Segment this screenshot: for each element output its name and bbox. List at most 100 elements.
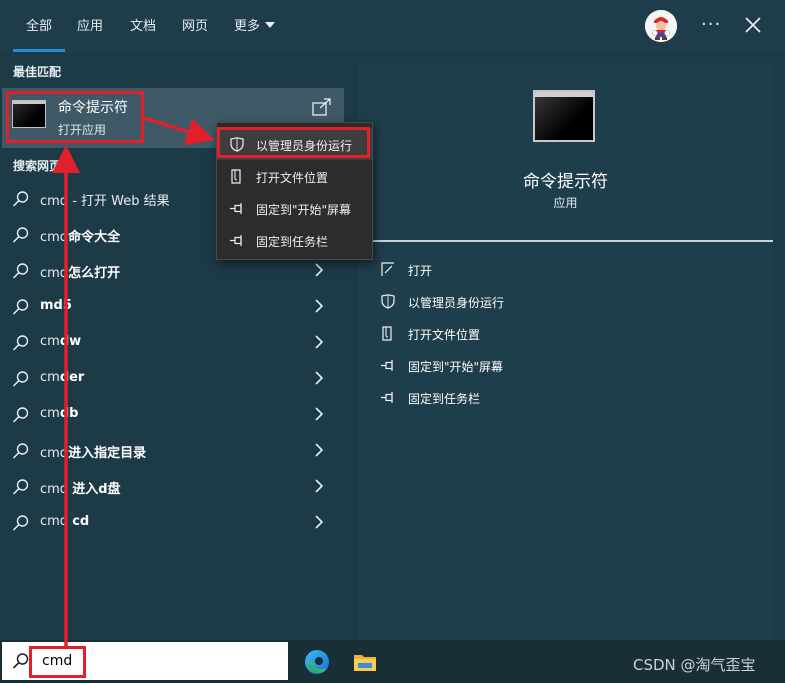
pin-icon (229, 201, 245, 216)
suggestion-text-prefix: cmd (40, 266, 69, 281)
preview-subtitle: 应用 (553, 196, 578, 210)
suggestion-text-bold: 命令大全 (68, 230, 121, 245)
suggestion-text: cmd进入指定目录 (40, 442, 146, 461)
chevron-right-icon[interactable] (313, 299, 325, 313)
preview-action-label: 以管理员身份运行 (408, 296, 505, 310)
suggestion-text: cmd 进入d盘 (40, 478, 121, 497)
context-menu-item-label: 固定到任务栏 (256, 235, 329, 249)
tab-more[interactable]: 更多 (234, 15, 276, 34)
tab-all[interactable]: 全部 (26, 15, 52, 34)
suggestion-item[interactable]: cmd进入指定目录 (0, 433, 344, 469)
suggestion-text-suffix: - 打开 Web 结果 (68, 194, 170, 209)
preview-title: 命令提示符 (523, 172, 608, 192)
preview-action-label: 打开 (408, 264, 433, 278)
edge-browser-icon[interactable] (304, 649, 330, 675)
suggestion-text-prefix: cmd (40, 482, 73, 497)
preview-action-item[interactable]: 以管理员身份运行 (380, 294, 504, 311)
open-icon (380, 262, 396, 276)
avatar[interactable] (645, 10, 677, 42)
suggestion-text-bold: dw (59, 334, 82, 349)
suggestion-text: cmd - 打开 Web 结果 (40, 190, 170, 209)
context-menu-item-label: 打开文件位置 (256, 171, 329, 185)
search-icon (12, 191, 29, 207)
chevron-right-icon[interactable] (313, 263, 325, 277)
suggestion-text-bold: 进入指定目录 (68, 446, 147, 461)
suggestion-text: cmd命令大全 (40, 226, 120, 245)
chevron-down-icon (265, 22, 276, 28)
suggestion-text: cmdw (40, 334, 81, 349)
preview-action-item[interactable]: 固定到任务栏 (380, 390, 480, 407)
suggestion-text-prefix: cmd (40, 514, 73, 529)
context-menu-item[interactable]: 固定到"开始"屏幕 (217, 192, 372, 224)
suggestion-item[interactable]: cmder (0, 361, 344, 397)
preview-action-item[interactable]: 固定到"开始"屏幕 (380, 358, 503, 375)
search-icon (12, 443, 29, 459)
chevron-right-icon[interactable] (313, 479, 325, 493)
annotation-box-search-input (29, 646, 86, 678)
suggestion-text-prefix: cm (40, 406, 60, 421)
pin-icon (380, 390, 396, 404)
suggestion-text: cmd怎么打开 (40, 262, 120, 281)
preview-action-item[interactable]: 打开文件位置 (380, 326, 480, 343)
open-external-icon[interactable] (312, 98, 332, 116)
context-menu-item[interactable]: 打开文件位置 (217, 160, 372, 192)
file-explorer-icon[interactable] (353, 651, 377, 673)
suggestion-text-prefix: cmd (40, 446, 69, 461)
search-icon (12, 299, 29, 315)
preview-action-label: 固定到"开始"屏幕 (408, 360, 504, 374)
suggestion-text-prefix: cmd (40, 194, 69, 209)
suggestion-item[interactable]: cmdw (0, 325, 344, 361)
tab-apps[interactable]: 应用 (77, 15, 103, 34)
suggestion-text-bold: 进入d盘 (72, 482, 121, 497)
chevron-right-icon[interactable] (313, 371, 325, 385)
search-icon (12, 335, 29, 351)
watermark-text: CSDN @淘气歪宝 (633, 656, 756, 674)
chevron-right-icon[interactable] (313, 515, 325, 529)
more-options-icon[interactable]: ··· (701, 14, 721, 35)
preview-action-label: 固定到任务栏 (408, 392, 481, 406)
taskbar: cmd CSDN @淘气歪宝 (0, 640, 785, 683)
suggestion-item[interactable]: cmdb (0, 397, 344, 433)
suggestion-text-prefix: cmd (40, 230, 69, 245)
suggestion-text-prefix: cm (40, 334, 60, 349)
search-icon (12, 227, 29, 243)
search-icon (12, 653, 29, 669)
tab-web[interactable]: 网页 (182, 15, 208, 34)
preview-divider (358, 240, 773, 242)
file-location-icon (229, 169, 245, 184)
suggestion-item[interactable]: cmd cd (0, 505, 344, 541)
suggestion-text: cmdb (40, 406, 78, 421)
context-menu-item[interactable]: 固定到任务栏 (217, 224, 372, 256)
chevron-right-icon[interactable] (313, 443, 325, 457)
web-search-label: 搜索网页 (13, 159, 62, 173)
suggestion-text: cmd cd (40, 514, 89, 529)
search-icon (12, 479, 29, 495)
tab-more-label: 更多 (234, 19, 261, 34)
shield-icon (380, 294, 396, 309)
chevron-right-icon[interactable] (313, 335, 325, 349)
command-prompt-large-icon (533, 90, 595, 142)
suggestion-text-bold: 怎么打开 (68, 266, 121, 281)
search-icon (12, 371, 29, 387)
close-icon[interactable] (740, 12, 766, 38)
search-icon (12, 407, 29, 423)
context-menu-item-label: 固定到"开始"屏幕 (256, 203, 352, 217)
suggestion-text-prefix: cm (40, 370, 60, 385)
chevron-right-icon[interactable] (313, 407, 325, 421)
top-tab-bar: 全部 应用 文档 网页 更多 ··· (0, 0, 785, 52)
preview-action-item[interactable]: 打开 (380, 262, 432, 279)
suggestion-text-bold: md5 (40, 298, 72, 313)
suggestion-text-bold: der (59, 370, 85, 385)
tab-documents[interactable]: 文档 (130, 15, 156, 34)
annotation-box-best-match (6, 91, 144, 143)
search-icon (12, 263, 29, 279)
suggestion-text-bold: db (59, 406, 79, 421)
suggestion-item[interactable]: cmd 进入d盘 (0, 469, 344, 505)
pin-icon (229, 233, 245, 248)
suggestion-text: cmder (40, 370, 84, 385)
suggestion-text-bold: cd (72, 514, 90, 529)
pin-icon (380, 358, 396, 372)
preview-panel: 命令提示符 应用 打开以管理员身份运行打开文件位置固定到"开始"屏幕 固定到任务栏 (358, 64, 773, 640)
suggestion-item[interactable]: md5 (0, 289, 344, 325)
annotation-box-run-as-admin (217, 127, 370, 158)
